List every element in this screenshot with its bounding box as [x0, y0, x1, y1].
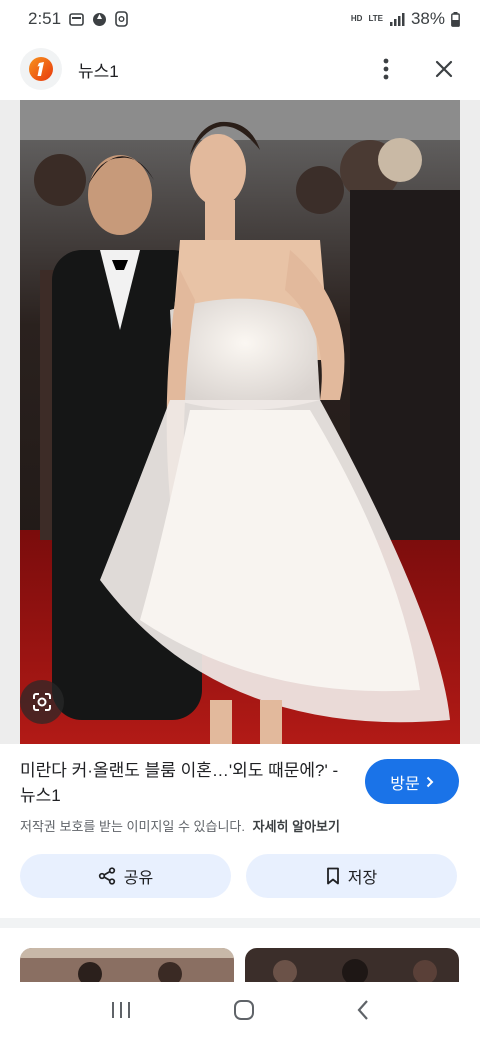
share-button[interactable]: 공유 — [20, 854, 231, 898]
related-thumbnail-2 — [245, 948, 459, 982]
network-type: LTE — [368, 14, 383, 23]
close-button[interactable] — [428, 53, 460, 85]
copyright-text: 저작권 보호를 받는 이미지일 수 있습니다. — [20, 819, 245, 834]
back-icon — [357, 999, 368, 1020]
aperture-notification-icon — [93, 12, 107, 26]
lens-icon — [33, 693, 51, 711]
share-icon — [98, 867, 115, 885]
source-name[interactable]: 뉴스1 — [78, 57, 119, 82]
section-divider — [0, 918, 480, 928]
visit-button[interactable]: 방문 — [365, 759, 459, 804]
image-title[interactable]: 미란다 커·올랜도 블룸 이혼…'외도 때문에?' - 뉴스1 — [20, 758, 350, 808]
save-label: 저장 — [347, 870, 378, 887]
learn-more-link[interactable]: 자세히 알아보기 — [253, 819, 340, 834]
status-time: 2:51 — [28, 9, 62, 28]
chevron-right-icon — [426, 776, 434, 787]
google-lens-button[interactable] — [20, 680, 64, 724]
related-image-2[interactable] — [245, 948, 459, 982]
source-logo[interactable] — [20, 48, 62, 90]
save-button[interactable]: 저장 — [246, 854, 457, 898]
back-button[interactable] — [356, 999, 370, 1026]
battery-percent: 38% — [410, 9, 445, 28]
home-button[interactable] — [233, 999, 255, 1026]
recent-apps-button[interactable] — [110, 1000, 132, 1025]
hd-voice-badge: HD — [350, 14, 363, 23]
visit-label: 방문 — [390, 775, 420, 793]
status-bar: 2:51 HD LTE 38% — [0, 0, 480, 38]
main-photo[interactable] — [20, 100, 460, 744]
photo-illustration — [20, 100, 460, 744]
news1-logo-icon — [29, 57, 53, 81]
battery-icon — [451, 11, 460, 27]
more-options-button[interactable] — [370, 53, 402, 85]
gallery-notification-icon — [69, 12, 84, 26]
source-header: 뉴스1 — [0, 38, 480, 100]
close-icon — [435, 60, 453, 78]
bookmark-icon — [326, 867, 339, 885]
signal-icon — [389, 13, 405, 26]
share-label: 공유 — [123, 870, 154, 887]
copyright-notice: 저작권 보호를 받는 이미지일 수 있습니다. 자세히 알아보기 — [20, 816, 340, 835]
related-image-1[interactable] — [20, 948, 234, 982]
related-thumbnail-1 — [20, 948, 234, 982]
recent-apps-icon — [112, 1001, 131, 1018]
more-vert-icon — [383, 58, 389, 80]
app-notification-icon — [115, 11, 128, 27]
system-nav-bar — [0, 984, 480, 1040]
image-viewer — [0, 100, 480, 744]
home-icon — [233, 999, 254, 1020]
